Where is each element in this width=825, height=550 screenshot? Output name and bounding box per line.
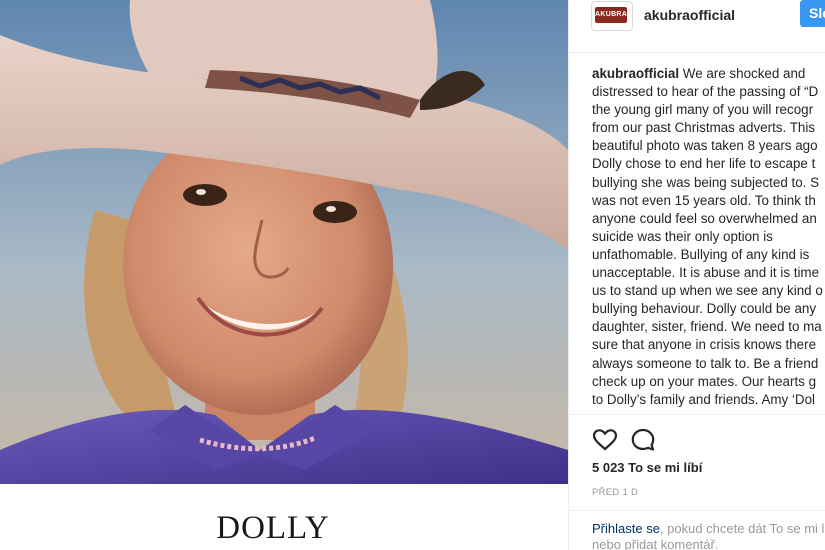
post-caption: akubraofficial We are shocked and distre… xyxy=(592,65,825,409)
login-text: Přihlaste se, pokud chcete dát To se mi … xyxy=(592,521,825,550)
post-media: DOLLY xyxy=(0,0,568,550)
follow-button[interactable]: Sle xyxy=(800,0,825,27)
heart-icon[interactable] xyxy=(592,427,618,453)
post-timestamp[interactable]: PŘED 1 D xyxy=(592,487,638,498)
login-prompt: Přihlaste se, pokud chcete dát To se mi … xyxy=(569,510,825,550)
likes-count[interactable]: 5 023 To se mi líbí xyxy=(592,460,702,475)
post-header: AKUBRA akubraofficial Sle xyxy=(569,0,825,53)
avatar[interactable]: AKUBRA xyxy=(591,1,633,31)
post-actions: 5 023 To se mi líbí PŘED 1 D Přihlaste s… xyxy=(569,414,825,550)
login-link[interactable]: Přihlaste se xyxy=(592,521,660,536)
caption-text: We are shocked and distressed to hear of… xyxy=(592,66,823,407)
header-username[interactable]: akubraofficial xyxy=(644,7,735,23)
photo-illustration xyxy=(0,0,568,484)
photo-caption: DOLLY xyxy=(0,484,568,550)
comment-icon[interactable] xyxy=(630,427,656,453)
caption-username[interactable]: akubraofficial xyxy=(592,66,679,81)
photo-caption-title: DOLLY xyxy=(216,510,330,546)
post-photo[interactable] xyxy=(0,0,568,484)
avatar-logo: AKUBRA xyxy=(595,7,627,23)
post-sidebar: AKUBRA akubraofficial Sle akubraofficial… xyxy=(569,0,825,550)
